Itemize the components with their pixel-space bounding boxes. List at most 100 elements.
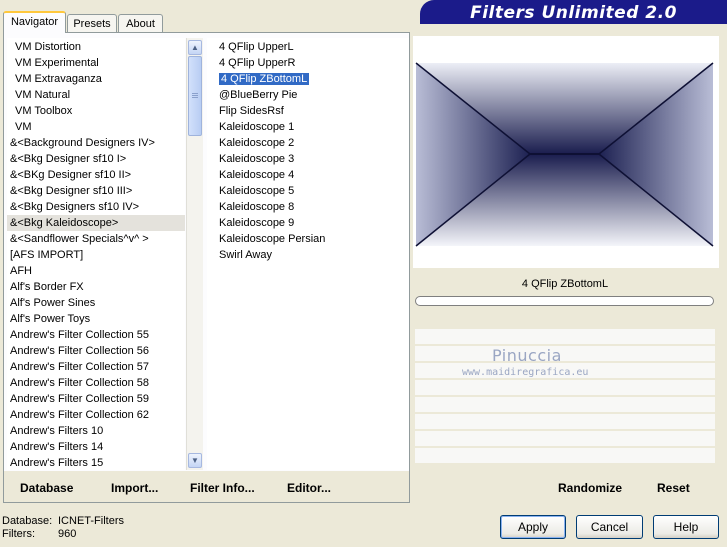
list-item[interactable]: VM Toolbox [7, 103, 185, 119]
list-item[interactable]: Kaleidoscope 1 [207, 119, 409, 135]
list-item[interactable]: Flip SidesRsf [207, 103, 409, 119]
list-item[interactable]: Alf's Power Sines [7, 295, 185, 311]
selected-filter-name: 4 QFlip ZBottomL [415, 272, 715, 294]
database-label: Database: [2, 515, 53, 527]
list-item-label: Andrew's Filter Collection 62 [10, 409, 150, 421]
list-item-label: AFH [10, 265, 32, 277]
list-item[interactable]: VM Extravaganza [7, 71, 185, 87]
list-item[interactable]: Kaleidoscope Persian [207, 231, 409, 247]
list-item[interactable]: Kaleidoscope 3 [207, 151, 409, 167]
apply-button[interactable]: Apply [500, 515, 566, 539]
list-item[interactable]: 4 QFlip UpperL [207, 39, 409, 55]
parameter-row [415, 346, 715, 361]
list-item-label: Alf's Power Sines [10, 297, 96, 309]
list-item-label: Alf's Border FX [10, 281, 84, 293]
list-item[interactable]: [AFS IMPORT] [7, 247, 185, 263]
category-list[interactable]: VM Distortion VM Experimental VM Extravaga… [7, 38, 185, 470]
list-item[interactable]: Andrew's Filters 15 [7, 455, 185, 470]
list-item[interactable]: 4 QFlip UpperR [207, 55, 409, 71]
list-item[interactable]: Kaleidoscope 9 [207, 215, 409, 231]
preview-frame [413, 36, 719, 268]
list-item-label: Swirl Away [219, 249, 272, 261]
list-item-label: &<Bkg Designer sf10 III> [10, 185, 133, 197]
list-item[interactable]: @BlueBerry Pie [207, 87, 409, 103]
list-item[interactable]: Andrew's Filter Collection 59 [7, 391, 185, 407]
list-item-label: Alf's Power Toys [10, 313, 91, 325]
list-item[interactable]: &<Bkg Designer sf10 III> [7, 183, 185, 199]
list-item[interactable]: Andrew's Filters 10 [7, 423, 185, 439]
list-item[interactable]: Alf's Power Toys [7, 311, 185, 327]
list-item[interactable]: Swirl Away [207, 247, 409, 263]
list-item-label: VM [15, 121, 32, 133]
list-item[interactable]: VM [7, 119, 185, 135]
list-item[interactable]: Andrew's Filter Collection 58 [7, 375, 185, 391]
list-item-label: &<Background Designers IV> [10, 137, 155, 149]
list-item-label: VM Distortion [15, 41, 82, 53]
list-item[interactable]: VM Experimental [7, 55, 185, 71]
list-item-label: @BlueBerry Pie [219, 89, 298, 101]
help-button[interactable]: Help [653, 515, 719, 539]
list-item[interactable]: Andrew's Filter Collection 57 [7, 359, 185, 375]
list-item-label: &<Sandflower Specials^v^ > [10, 233, 149, 245]
filters-label: Filters: [2, 528, 35, 540]
list-item[interactable]: Kaleidoscope 8 [207, 199, 409, 215]
cancel-button[interactable]: Cancel [576, 515, 643, 539]
import-link[interactable]: Import... [111, 480, 158, 496]
parameter-row [415, 380, 715, 395]
list-item[interactable]: &<Bkg Designer sf10 I> [7, 151, 185, 167]
list-item[interactable]: &<Sandflower Specials^v^ > [7, 231, 185, 247]
list-item-label: VM Experimental [15, 57, 99, 69]
reset-link[interactable]: Reset [657, 480, 690, 496]
database-link[interactable]: Database [20, 480, 73, 496]
scroll-up-button[interactable]: ▲ [188, 40, 202, 55]
list-item[interactable]: Andrew's Filter Collection 55 [7, 327, 185, 343]
list-item[interactable]: &<BKg Designer sf10 II> [7, 167, 185, 183]
tab-about[interactable]: About [118, 14, 163, 32]
list-item-label: VM Extravaganza [15, 73, 102, 85]
list-item-label: Kaleidoscope Persian [219, 233, 326, 245]
title-banner: Filters Unlimited 2.0 [420, 0, 727, 24]
database-status: Database: ICNET-Filters [2, 515, 124, 528]
list-item[interactable]: Andrew's Filter Collection 56 [7, 343, 185, 359]
list-item[interactable]: 4 QFlip ZBottomL [207, 71, 409, 87]
list-item-label: Kaleidoscope 8 [219, 201, 295, 213]
list-item[interactable]: VM Natural [7, 87, 185, 103]
list-item-label: Andrew's Filter Collection 57 [10, 361, 150, 373]
list-item[interactable]: &<Bkg Kaleidoscope> [7, 215, 185, 231]
tab-navigator[interactable]: Navigator [3, 11, 66, 33]
list-item[interactable]: AFH [7, 263, 185, 279]
randomize-link[interactable]: Randomize [558, 480, 622, 496]
list-item-label: [AFS IMPORT] [10, 249, 84, 261]
tab-presets[interactable]: Presets [67, 14, 117, 32]
list-item-label: Kaleidoscope 3 [219, 153, 295, 165]
filter-list[interactable]: 4 QFlip UpperL 4 QFlip UpperR 4 QFlip ZBot… [207, 38, 409, 470]
list-item[interactable]: Andrew's Filters 14 [7, 439, 185, 455]
thumb-grip [192, 93, 198, 94]
list-item[interactable]: VM Distortion [7, 39, 185, 55]
list-item[interactable]: Kaleidoscope 2 [207, 135, 409, 151]
list-item-label: 4 QFlip UpperR [219, 57, 296, 69]
scroll-thumb[interactable] [188, 56, 202, 136]
progress-bar [415, 296, 714, 306]
list-item[interactable]: Kaleidoscope 5 [207, 183, 409, 199]
category-scrollbar[interactable]: ▲ ▼ [186, 38, 203, 470]
tab-label: Navigator [10, 16, 59, 28]
list-item[interactable]: &<Background Designers IV> [7, 135, 185, 151]
list-item-label: 4 QFlip UpperL [219, 41, 294, 53]
list-item-label: &<Bkg Designer sf10 I> [10, 153, 127, 165]
editor-link[interactable]: Editor... [287, 480, 331, 496]
parameter-row [415, 448, 715, 463]
filter-info-link[interactable]: Filter Info... [190, 480, 255, 496]
scroll-down-button[interactable]: ▼ [188, 453, 202, 468]
tab-label: Presets [73, 18, 111, 30]
list-item[interactable]: Kaleidoscope 4 [207, 167, 409, 183]
thumb-grip [192, 95, 198, 96]
list-item[interactable]: Andrew's Filter Collection 62 [7, 407, 185, 423]
right-link-bar: Randomize Reset [413, 471, 719, 502]
list-item[interactable]: Alf's Border FX [7, 279, 185, 295]
list-item-label: Kaleidoscope 5 [219, 185, 295, 197]
list-item-label: Kaleidoscope 2 [219, 137, 295, 149]
list-item[interactable]: &<Bkg Designers sf10 IV> [7, 199, 185, 215]
list-item-label: VM Natural [15, 89, 71, 101]
watermark-site: www.maidiregrafica.eu [462, 367, 589, 378]
